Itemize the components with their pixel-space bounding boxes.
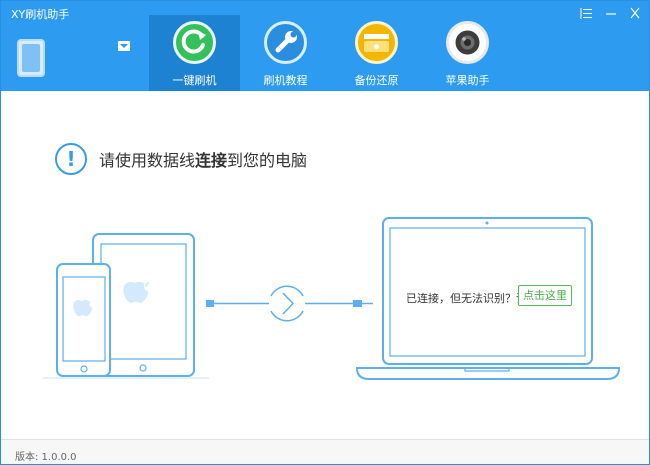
- minimize-icon[interactable]: [601, 5, 621, 21]
- tab-backup-restore[interactable]: 备份还原: [331, 15, 422, 91]
- wrench-icon: [264, 21, 307, 64]
- app-title: XY刷机助手: [11, 8, 70, 21]
- tab-label: 一键刷机: [172, 74, 217, 87]
- connection-illustration: [43, 217, 621, 380]
- tab-label: 备份还原: [354, 74, 399, 87]
- device-thumbnail[interactable]: [17, 39, 45, 77]
- phone-icon: [56, 263, 111, 377]
- main-content: ! 请使用数据线连接到您的电脑 已连接，但无法识别？请 点击这里: [1, 91, 649, 439]
- refresh-icon: [173, 21, 216, 64]
- disconnect-arc: [270, 285, 304, 297]
- header-bar: XY刷机助手 一键刷机 刷机教程 备份还原 苹果助手: [1, 1, 649, 91]
- click-here-button[interactable]: 点击这里: [518, 285, 572, 306]
- app-window: XY刷机助手 一键刷机 刷机教程 备份还原 苹果助手 ! 请使用数据线连接到您的…: [0, 0, 650, 465]
- tab-flash-tutorial[interactable]: 刷机教程: [240, 15, 331, 91]
- camera-icon: [446, 21, 489, 64]
- tab-label: 苹果助手: [445, 74, 490, 87]
- tab-one-click-flash[interactable]: 一键刷机: [149, 15, 240, 91]
- status-bar: 版本: 1.0.0.0: [1, 439, 649, 464]
- cable-plug-right-icon: [353, 300, 362, 307]
- menu-icon[interactable]: [577, 5, 597, 21]
- main-nav: 一键刷机 刷机教程 备份还原 苹果助手: [149, 15, 513, 91]
- chevron-right-icon: [282, 292, 295, 315]
- close-icon[interactable]: [625, 5, 645, 21]
- tab-label: 刷机教程: [263, 74, 308, 87]
- version-label: 版本: 1.0.0.0: [15, 452, 77, 463]
- backup-icon: [355, 21, 398, 64]
- cable-plug-left-icon: [206, 300, 214, 307]
- window-controls: [577, 5, 645, 21]
- unrecognized-message: 已连接，但无法识别？请: [406, 292, 527, 305]
- device-dropdown-icon[interactable]: [118, 41, 130, 51]
- tab-apple-assistant[interactable]: 苹果助手: [422, 15, 513, 91]
